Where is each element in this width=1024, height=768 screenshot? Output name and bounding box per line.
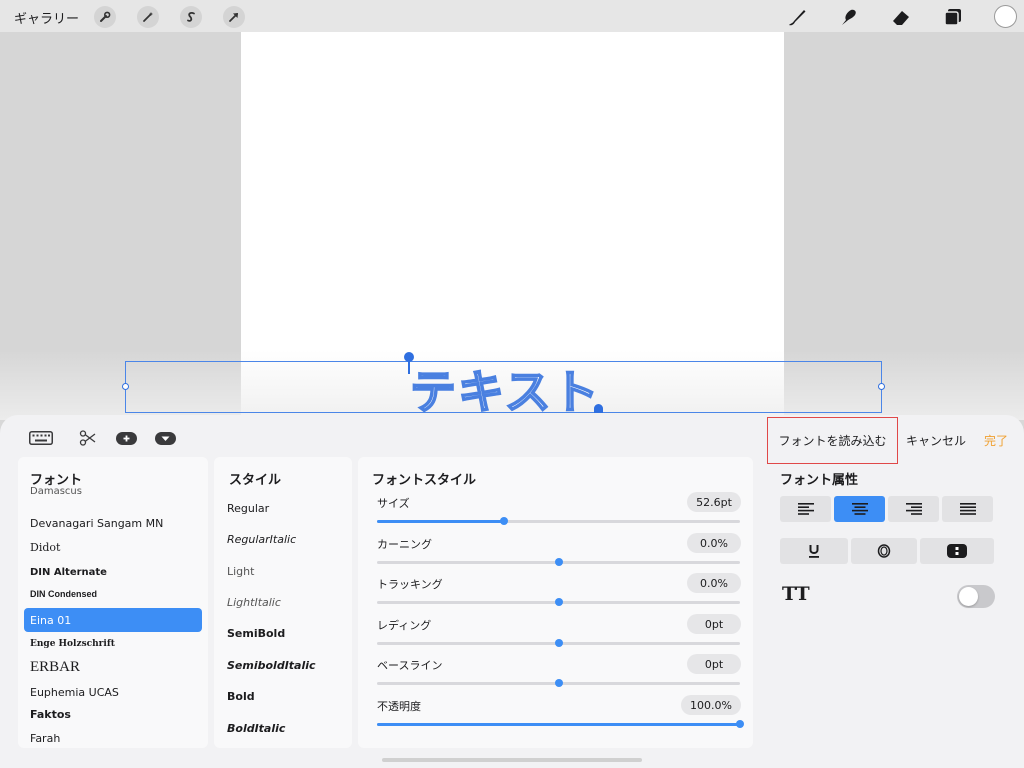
align-justify-icon [959,503,976,515]
all-caps-toggle[interactable] [957,585,995,608]
toggle-knob [959,587,978,606]
selection-s-icon[interactable] [180,6,202,28]
align-left-icon [797,503,814,515]
align-right-button[interactable] [888,496,939,522]
selection-end-handle[interactable] [594,404,603,413]
slider-fill [377,601,559,604]
style-item-light[interactable]: Light [227,565,254,578]
slider-track[interactable] [377,679,740,687]
font-item-erbar[interactable]: ERBAR [24,655,202,679]
align-justify-button[interactable] [942,496,993,522]
align-center-icon [851,503,868,515]
font-attributes-title: フォント属性 [780,473,859,488]
text-box-icon [947,544,967,558]
style-item-regular-italic[interactable]: RegularItalic [227,533,296,546]
slider-thumb[interactable] [555,558,563,566]
outline-button[interactable] [851,538,917,564]
font-item-enge-holzschrift[interactable]: Enge Holzschrift [24,632,202,656]
slider-track[interactable] [377,639,740,647]
slider-label: トラッキング [377,578,443,591]
all-caps-label: TT [782,583,810,605]
resize-handle-right[interactable] [878,383,885,390]
gallery-button[interactable]: ギャラリー [14,8,79,27]
slider-value-field[interactable]: 0pt [687,614,741,634]
slider-fill [377,682,559,685]
top-toolbar: ギャラリー [0,0,1024,32]
slider-value-field[interactable]: 0pt [687,654,741,674]
slider-thumb[interactable] [555,639,563,647]
text-edit-panel: フォントを読み込む キャンセル 完了 フォント Damascus Devanag… [0,415,1024,768]
font-item-din-condensed[interactable]: DIN Condensed [24,582,202,606]
done-button[interactable]: 完了 [984,432,1008,449]
slider-label: ベースライン [377,659,443,672]
slider-track[interactable] [377,558,740,566]
outline-icon [877,544,891,558]
color-picker-button[interactable] [994,5,1017,28]
align-left-button[interactable] [780,496,831,522]
slider-fill [377,561,559,564]
align-right-icon [905,503,922,515]
slider-label: サイズ [377,497,410,510]
font-item-didot[interactable]: Didot [24,535,202,559]
slider-label: 不透明度 [377,700,421,713]
slider-fill [377,642,559,645]
align-center-button[interactable] [834,496,885,522]
font-item-din-alternate[interactable]: DIN Alternate [24,560,202,584]
font-item-faktos[interactable]: Faktos [24,702,202,726]
keyboard-icon[interactable] [29,431,53,445]
slider-track[interactable] [377,720,744,728]
style-item-light-italic[interactable]: LightItalic [227,596,281,609]
smudge-icon[interactable] [837,5,861,29]
slider-value-field[interactable]: 52.6pt [687,492,741,512]
slider-thumb[interactable] [500,517,508,525]
style-item-semibold-italic[interactable]: SemiboldItalic [227,659,316,672]
font-style-column-title: フォントスタイル [372,473,477,488]
slider-fill [377,520,504,523]
underline-button[interactable] [780,538,848,564]
underline-icon [809,545,819,558]
wrench-icon[interactable] [94,6,116,28]
slider-fill [377,723,740,726]
scissors-icon[interactable] [79,429,97,447]
eraser-icon[interactable] [889,5,913,29]
style-item-bold[interactable]: Bold [227,690,255,703]
text-caret [408,360,410,374]
canvas-text[interactable]: テキスト [409,356,601,422]
slider-thumb[interactable] [736,720,744,728]
slider-label: カーニング [377,538,432,551]
font-item-euphemia[interactable]: Euphemia UCAS [24,680,202,704]
magic-wand-icon[interactable] [137,6,159,28]
slider-track[interactable] [377,598,740,606]
font-item-devanagari[interactable]: Devanagari Sangam MN [24,511,202,535]
font-list-column: フォント Damascus Devanagari Sangam MN Didot… [18,457,208,748]
style-column-title: スタイル [229,473,282,488]
transform-arrow-icon[interactable] [223,6,245,28]
dropdown-icon[interactable] [155,432,176,445]
font-item-eina-01[interactable]: Eina 01 [24,608,202,632]
slider-value-field[interactable]: 0.0% [687,533,741,553]
layers-icon[interactable] [941,5,965,29]
slider-thumb[interactable] [555,679,563,687]
paste-add-icon[interactable] [116,432,137,445]
cancel-button[interactable]: キャンセル [906,432,966,449]
style-item-semibold[interactable]: SemiBold [227,627,285,640]
text-box-button[interactable] [920,538,994,564]
slider-thumb[interactable] [555,598,563,606]
font-item-farah[interactable]: Farah [24,726,202,748]
slider-value-field[interactable]: 0.0% [687,573,741,593]
brush-icon[interactable] [785,5,809,29]
slider-track[interactable] [377,517,740,525]
home-indicator [382,758,642,762]
slider-label: レディング [377,619,432,632]
style-item-bold-italic[interactable]: BoldItalic [227,722,285,735]
resize-handle-left[interactable] [122,383,129,390]
style-item-regular[interactable]: Regular [227,502,269,515]
slider-value-field[interactable]: 100.0% [681,695,741,715]
font-item-damascus[interactable]: Damascus [24,483,202,499]
